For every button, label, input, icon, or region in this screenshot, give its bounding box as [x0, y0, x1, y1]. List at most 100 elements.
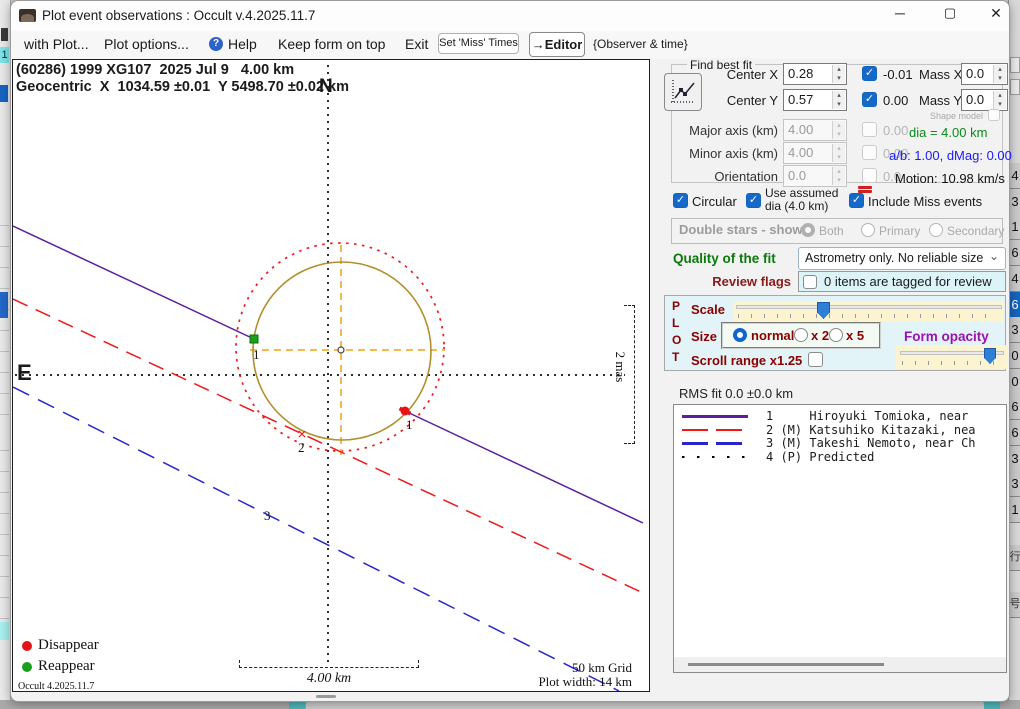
reappear-dot-icon	[22, 662, 32, 672]
miss-marker	[298, 430, 306, 438]
maximize-icon[interactable]: ▢	[933, 5, 967, 27]
scroll-range-label: Scroll range x1.25	[691, 353, 803, 368]
plot-chart: 1 1 2 3	[13, 225, 644, 691]
center-x-input[interactable]: 0.28	[783, 63, 847, 85]
double-stars-both-label: Both	[819, 224, 844, 238]
close-icon[interactable]: ✕	[979, 5, 1013, 27]
orientation-label: Orientation	[714, 169, 778, 184]
bg-right-cell: 6	[1009, 240, 1020, 267]
observer-line-sample	[682, 415, 748, 418]
center-y-fit-value: 0.00	[883, 93, 909, 108]
observer-name: 2 (M) Katsuhiko Kitazaki, nea	[766, 422, 976, 437]
mas-label: 2 mas	[613, 351, 628, 383]
orientation-value: 0.0	[788, 168, 807, 183]
mass-y-value: 0.0	[966, 92, 985, 107]
mass-x-input[interactable]: 0.0	[961, 63, 1008, 85]
bg-right-cell: 行	[1009, 545, 1020, 571]
size-x2-label: x 2	[811, 328, 830, 343]
plot-canvas[interactable]: 1 1 2 3 (60286) 1999 XG107 2025 Jul 9 4.00 …	[12, 59, 650, 692]
bg-bottom-bar	[306, 701, 984, 709]
shape-model-checkbox[interactable]	[988, 109, 1000, 121]
minor-axis-spinner	[832, 144, 845, 162]
size-radio-group: normal x 2 x 5	[721, 322, 881, 349]
size-label: Size	[691, 329, 718, 344]
set-miss-times-button[interactable]: Set 'Miss' Times	[438, 33, 519, 54]
help-icon[interactable]: ?	[209, 37, 223, 51]
scroll-range-checkbox[interactable]	[808, 352, 823, 367]
menu-with-plot[interactable]: with Plot...	[24, 36, 89, 52]
quality-label: Quality of the fit	[673, 251, 776, 266]
mass-x-value: 0.0	[966, 66, 985, 81]
editor-button[interactable]: →Editor	[529, 32, 585, 57]
menu-exit[interactable]: Exit	[405, 36, 428, 52]
size-normal-radio[interactable]	[733, 328, 747, 342]
menu-plot-options[interactable]: Plot options...	[104, 36, 189, 52]
bg-right-cell: 6	[1009, 420, 1020, 446]
bg-right-cell: 3	[1009, 471, 1020, 498]
major-axis-fit-value: 0.00	[883, 123, 909, 138]
title-bar[interactable]: Plot event observations : Occult v.4.202…	[11, 1, 1009, 31]
menu-keep-on-top[interactable]: Keep form on top	[278, 36, 385, 52]
window-resize-handle[interactable]	[316, 695, 336, 698]
bg-right-cell: 1	[1009, 497, 1020, 524]
occult-plot-window: Plot event observations : Occult v.4.202…	[10, 0, 1012, 702]
bg-right-cell: 号	[1009, 592, 1020, 618]
scale-slider-track	[736, 305, 1002, 309]
orientation-spinner	[832, 167, 845, 185]
center-y-value: 0.57	[788, 92, 814, 107]
minimize-icon[interactable]: ─	[883, 5, 917, 27]
mass-y-spinner[interactable]	[993, 91, 1006, 109]
observer-list-hscrollbar-thumb[interactable]	[688, 663, 884, 666]
review-flags-checkbox[interactable]	[803, 275, 817, 289]
center-y-label: Center Y	[726, 93, 778, 108]
quality-combobox[interactable]: Astrometry only. No reliable size ⌄	[798, 247, 1006, 270]
bg-right-cell: 6	[1009, 291, 1020, 318]
find-best-fit-button[interactable]	[664, 73, 702, 111]
center-marker	[337, 346, 345, 354]
minor-axis-fit-checkbox	[862, 145, 877, 160]
size-x5-radio[interactable]	[829, 328, 843, 342]
observer-name: 1 Hiroyuki Tomioka, near	[766, 409, 969, 423]
major-axis-fit-checkbox	[862, 122, 877, 137]
form-opacity-ticks	[902, 361, 1000, 365]
observer-list-hscrollbar[interactable]	[674, 657, 1006, 672]
major-axis-input: 4.00	[783, 119, 847, 141]
bg-left-highlight-cell: 1	[0, 47, 9, 63]
center-y-spinner[interactable]	[832, 91, 845, 109]
mass-y-input[interactable]: 0.0	[961, 89, 1008, 111]
plot-title-line2: Geocentric X 1034.59 ±0.01 Y 5498.70 ±0.…	[16, 79, 349, 95]
menu-help[interactable]: Help	[228, 36, 257, 52]
use-assumed-checkbox[interactable]	[746, 193, 761, 208]
scale-slider[interactable]	[734, 301, 1004, 322]
include-miss-checkbox[interactable]	[849, 193, 864, 208]
center-x-fit-checkbox[interactable]	[862, 66, 877, 81]
east-label: E	[17, 360, 32, 385]
size-x2-radio[interactable]	[794, 328, 808, 342]
bg-right-cell: 0	[1009, 342, 1020, 369]
menu-bar: with Plot... Plot options... ? Help Keep…	[11, 31, 1009, 59]
chord-3	[13, 386, 620, 691]
bg-right-cell: 1	[1009, 214, 1020, 241]
double-stars-secondary-label: Secondary	[947, 224, 1005, 238]
dia-label: dia = 4.00 km	[909, 125, 988, 140]
center-x-label: Center X	[726, 67, 778, 82]
center-x-spinner[interactable]	[832, 65, 845, 83]
mass-x-spinner[interactable]	[993, 65, 1006, 83]
center-y-fit-checkbox[interactable]	[862, 92, 877, 107]
chord-1	[404, 410, 644, 524]
form-opacity-slider[interactable]	[896, 345, 1008, 369]
review-flags-field: 0 items are tagged for review	[798, 271, 1006, 292]
bg-right-cell: 4	[1009, 265, 1020, 292]
red-line-icon-1	[858, 186, 872, 189]
quality-value: Astrometry only. No reliable size	[805, 251, 984, 265]
major-axis-spinner	[832, 121, 845, 139]
scale-bracket	[239, 660, 419, 668]
circular-checkbox[interactable]	[673, 193, 688, 208]
observer-list[interactable]: 1 Hiroyuki Tomioka, near 2 (M) Katsuhiko …	[673, 404, 1007, 673]
plot-width-label: Plot width: 14 km	[538, 674, 632, 689]
center-y-input[interactable]: 0.57	[783, 89, 847, 111]
best-fit-chart-icon	[671, 80, 695, 103]
disappear-dot-icon	[22, 641, 32, 651]
bg-right-cell: 3	[1009, 188, 1020, 215]
chord-1	[13, 225, 255, 340]
